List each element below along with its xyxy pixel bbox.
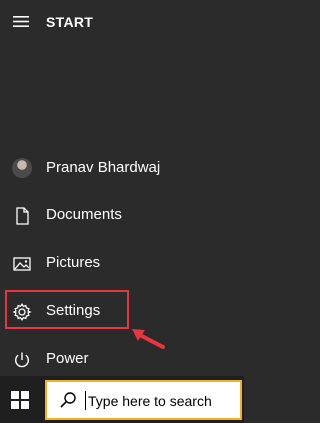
taskbar: Type here to search: [0, 376, 244, 423]
document-icon: [16, 207, 29, 225]
taskbar-search-box[interactable]: Type here to search: [45, 380, 242, 420]
user-name-label: Pranav Bhardwaj: [46, 159, 161, 176]
start-menu-header: START: [0, 0, 244, 44]
documents-item[interactable]: Documents: [0, 192, 244, 239]
search-placeholder: Type here to search: [88, 393, 212, 409]
text-cursor: [85, 391, 86, 410]
user-avatar: [12, 158, 32, 178]
hamburger-menu-icon[interactable]: [13, 15, 29, 28]
windows-logo-icon[interactable]: [11, 391, 29, 409]
start-title: START: [46, 14, 94, 30]
power-label: Power: [46, 350, 89, 367]
pictures-icon: [13, 257, 31, 271]
start-menu-panel: START Pranav Bhardwaj Documents Pictures…: [0, 0, 244, 376]
pictures-item[interactable]: Pictures: [0, 240, 244, 287]
pictures-label: Pictures: [46, 254, 101, 271]
settings-highlight-annotation: [5, 290, 129, 329]
documents-label: Documents: [46, 206, 122, 223]
annotation-arrow-icon: [132, 329, 165, 349]
power-icon: [15, 352, 29, 368]
user-account-item[interactable]: Pranav Bhardwaj: [0, 145, 244, 192]
search-icon: [60, 392, 76, 408]
